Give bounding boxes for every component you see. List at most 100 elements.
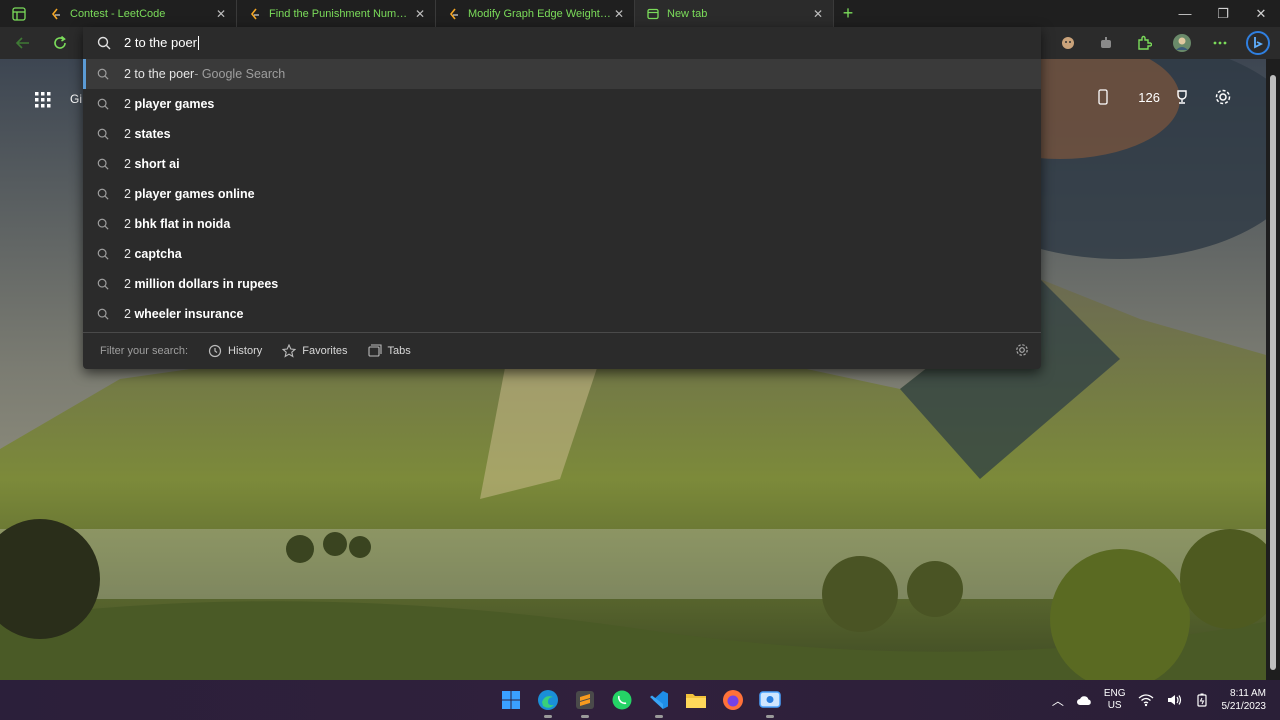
suggestion-prefix: 2 [124,247,135,261]
close-tab-icon[interactable]: ✕ [413,7,427,21]
suggestion-completion: short ai [134,157,180,171]
filter-label: Filter your search: [100,345,189,357]
input-language-button[interactable]: ENG US [1104,688,1126,712]
suggestion-item[interactable]: 2 captcha [83,239,1041,269]
plus-icon: + [842,3,854,23]
new-tab-button[interactable]: + [834,0,862,27]
taskbar-firefox[interactable] [721,688,745,712]
more-options-icon[interactable] [1208,31,1232,55]
refresh-icon [54,35,66,49]
battery-icon[interactable] [1194,693,1210,707]
tab-label: Find the Punishment Number of [269,7,413,20]
taskbar-file-explorer[interactable] [684,688,708,712]
refresh-button[interactable] [50,33,70,53]
search-icon [97,218,109,230]
start-button[interactable] [499,688,523,712]
new-tab-icon [647,8,659,19]
close-window-button[interactable]: ✕ [1242,0,1280,27]
taskbar-sublime[interactable] [573,688,597,718]
lang-line-1: ENG [1103,688,1126,699]
vscode-icon [650,691,668,709]
suggestion-completion: wheeler insurance [134,307,244,321]
suggestion-item[interactable]: 2 player games online [83,179,1041,209]
suggestion-prefix: 2 [124,277,135,291]
address-bar-input[interactable]: 2 to the poer [83,27,1041,58]
taskbar-vscode[interactable] [647,688,671,718]
suggestion-prefix: 2 [124,187,135,201]
apps-launcher-button[interactable]: Gi [35,92,82,113]
extension-robot-icon[interactable] [1094,31,1118,55]
apps-partial-label: Gi [70,92,82,106]
phone-icon[interactable] [1096,89,1110,105]
tab-punishment-number[interactable]: Find the Punishment Number of ✕ [237,0,436,27]
wifi-icon[interactable] [1138,693,1154,707]
toolbar-extensions [1056,30,1270,56]
tab-actions-button[interactable] [0,0,38,27]
scrollbar-thumb[interactable] [1270,75,1276,670]
windows-logo-icon [502,691,520,709]
show-hidden-icons-button[interactable]: ︿ [1052,692,1064,709]
suggestion-item[interactable]: 2 million dollars in rupees [83,269,1041,299]
onedrive-cloud-icon[interactable] [1076,694,1092,706]
volume-icon[interactable] [1166,693,1182,707]
suggestion-prefix: 2 [124,157,135,171]
suggestion-completion: player games [134,97,215,111]
taskbar-whatsapp[interactable] [610,688,634,712]
tab-label: Modify Graph Edge Weights - Le [468,7,612,20]
apps-grid-icon [35,92,51,108]
close-tab-icon[interactable]: ✕ [612,7,626,21]
restore-button[interactable]: ❐ [1204,0,1242,27]
minimize-button[interactable]: — [1166,0,1204,27]
suggestion-item[interactable]: 2 player games [83,89,1041,119]
profile-avatar[interactable] [1170,31,1194,55]
whatsapp-icon [612,690,632,710]
tab-new-tab[interactable]: New tab ✕ [635,0,834,27]
suggestion-item[interactable]: 2 states [83,119,1041,149]
suggestion-completion: bhk flat in noida [134,217,231,231]
tab-contest[interactable]: Contest - LeetCode ✕ [38,0,237,27]
filter-tabs-button[interactable]: Tabs [367,344,411,358]
clock-time: 8:11 AM [1230,688,1266,699]
filter-history-button[interactable]: History [208,344,262,358]
suggestion-item[interactable]: 2 bhk flat in noida [83,209,1041,239]
address-bar-dropdown: 2 to the poer 2 to the poer - Google Sea… [83,27,1041,369]
screen-recorder-icon [759,691,781,708]
taskbar-screen-recorder[interactable] [758,688,782,718]
close-tab-icon[interactable]: ✕ [811,7,825,21]
extensions-puzzle-icon[interactable] [1132,31,1156,55]
history-icon [208,344,222,358]
bing-chat-icon[interactable] [1246,31,1270,55]
leetcode-icon [250,8,259,19]
close-tab-icon[interactable]: ✕ [214,7,228,21]
rewards-trophy-icon[interactable] [1174,89,1190,105]
filter-favorites-button[interactable]: Favorites [282,344,348,358]
settings-gear-icon[interactable] [1214,88,1232,106]
search-icon [97,158,109,170]
search-settings-button[interactable] [1015,343,1029,360]
suggestion-item[interactable]: 2 short ai [83,149,1041,179]
suggestion-list: 2 to the poer - Google Search 2 player g… [83,59,1041,329]
suggestion-completion: player games online [134,187,255,201]
suggestion-item[interactable]: 2 wheeler insurance [83,299,1041,329]
star-icon [282,344,297,358]
taskbar-edge[interactable] [536,688,560,718]
back-arrow-icon [15,37,29,49]
rewards-points[interactable]: 126 [1138,90,1160,105]
tabs-icon [367,344,382,357]
back-button[interactable] [13,33,33,53]
suggestion-google-search[interactable]: 2 to the poer - Google Search [83,59,1041,89]
tab-label: New tab [667,7,708,20]
window-controls: — ❐ ✕ [1166,0,1280,27]
suggestion-completion: million dollars in rupees [134,277,279,291]
search-icon [97,308,109,320]
suggestion-prefix: 2 [124,127,135,141]
suggestion-text: 2 to the poer [124,67,195,81]
search-filter-bar: Filter your search: History Favorites Ta… [83,332,1041,369]
search-icon [97,188,109,200]
edge-icon [538,690,558,710]
page-scrollbar[interactable] [1266,59,1280,680]
tab-modify-graph[interactable]: Modify Graph Edge Weights - Le ✕ [436,0,635,27]
extension-cookie-icon[interactable] [1056,31,1080,55]
taskbar-clock[interactable]: 8:11 AM 5/21/2023 [1222,687,1267,713]
suggestion-prefix: 2 [124,307,135,321]
